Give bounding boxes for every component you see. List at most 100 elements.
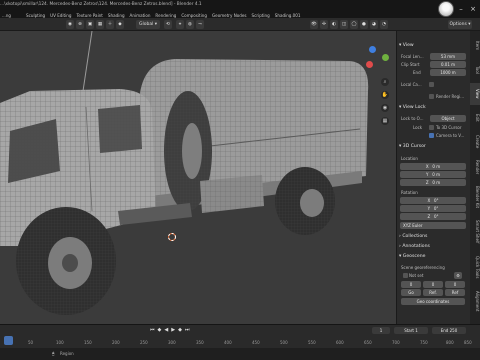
collections-label: Collections (402, 234, 428, 239)
start-frame-field[interactable]: Start 1 (394, 327, 428, 334)
visibility-icon[interactable]: 👁 (310, 20, 318, 29)
geo-go-button[interactable]: Go (401, 289, 421, 296)
shading-material-icon[interactable]: ◕ (370, 20, 378, 29)
geo-x-field[interactable]: 0 (401, 281, 421, 288)
cursor-z-field[interactable]: Z 0 m (400, 179, 466, 186)
prev-keyframe-icon[interactable]: ◆ (158, 327, 162, 333)
options-dropdown[interactable]: Options ▾ (448, 20, 472, 29)
end-label: End (440, 328, 449, 333)
camera-to-view-row: Camera to V... (399, 132, 468, 139)
collections-section-header[interactable]: › Collections (399, 234, 468, 239)
camera-view-icon[interactable]: ◉ (381, 104, 389, 112)
close-icon[interactable]: × (468, 4, 478, 14)
geoscene-section-header[interactable]: ▾ Geoscene (399, 254, 468, 259)
gizmo-y-icon[interactable] (382, 54, 389, 61)
tab-view[interactable]: View (470, 83, 480, 105)
avatar[interactable] (438, 1, 454, 17)
local-camera-row: Local Ca... (399, 81, 468, 88)
geo-settings-icon[interactable]: ⚙ (454, 272, 462, 279)
transform-orientation-dropdown[interactable]: Global ▾ (136, 20, 160, 29)
geo-ref2-button[interactable]: Ref (445, 289, 465, 296)
timeline-tick: 800 (446, 340, 454, 345)
view-lock-section-header[interactable]: ▾ View Lock (399, 105, 468, 110)
play-icon[interactable]: ▶ (171, 327, 175, 333)
rotation-y-field[interactable]: Y 0° (400, 205, 466, 212)
truck-mesh-drawing (0, 31, 369, 315)
jump-end-icon[interactable]: ⏭ (185, 327, 190, 333)
tab-item[interactable]: Item (470, 35, 480, 57)
view-section-header[interactable]: ▾ View (399, 43, 468, 48)
tab-blender-kit[interactable]: Blender Kit (470, 181, 480, 213)
zoom-icon[interactable]: ⌕ (381, 78, 389, 86)
overlay-icon[interactable]: ◐ (330, 20, 338, 29)
lock-object-field[interactable]: Object (430, 115, 466, 122)
gizmo-x-icon[interactable] (366, 61, 373, 68)
lock-to-label: Lock to O... (401, 116, 424, 121)
rotation-x-label: X (427, 198, 431, 203)
3d-cursor-section-header[interactable]: ▾ 3D Cursor (399, 144, 468, 149)
minimize-icon[interactable]: – (456, 4, 466, 14)
cursor-y-field[interactable]: Y 0 m (400, 171, 466, 178)
proportional-icon[interactable]: ◍ (186, 20, 194, 29)
pan-hand-icon[interactable]: ✋ (381, 91, 389, 99)
jump-start-icon[interactable]: ⏮ (150, 327, 155, 333)
rotation-mode-dropdown[interactable]: XYZ Euler (400, 222, 466, 229)
mesh-select-icon[interactable]: ▦ (96, 20, 104, 29)
tab-tool[interactable]: Tool (470, 59, 480, 81)
add-icon[interactable]: ＋ (106, 20, 114, 29)
gizmo-toggle-icon[interactable]: ✣ (320, 20, 328, 29)
view-icon[interactable]: ▣ (86, 20, 94, 29)
tab-edit[interactable]: Edit (470, 107, 480, 129)
shading-solid-icon[interactable]: ● (360, 20, 368, 29)
geo-y-field[interactable]: 0 (423, 281, 443, 288)
shading-wire-icon[interactable]: ◯ (350, 20, 358, 29)
transform-pivot-icon[interactable]: ◉ (66, 20, 74, 29)
projection-grid-icon[interactable]: ▦ (381, 117, 389, 125)
annotations-section-header[interactable]: › Annotations (399, 244, 468, 249)
pivot-icon[interactable]: ⟲ (164, 20, 172, 29)
mouse-icon: 🖱 (52, 351, 55, 356)
next-keyframe-icon[interactable]: ◆ (178, 327, 182, 333)
object-icon[interactable]: ◆ (116, 20, 124, 29)
global-label: Global (138, 22, 154, 27)
geo-coordinates-button[interactable]: Geo coordinates (401, 298, 465, 305)
play-reverse-icon[interactable]: ◀ (164, 327, 168, 333)
lock-cursor-checkbox[interactable] (429, 125, 434, 130)
render-region-checkbox[interactable] (429, 94, 434, 99)
shading-render-icon[interactable]: ◔ (380, 20, 388, 29)
gizmo-z-icon[interactable] (369, 46, 376, 53)
tab-alignment[interactable]: Alignment (470, 285, 480, 317)
focal-length-field[interactable]: 53 mm (430, 53, 466, 60)
tab-quick-tools[interactable]: Quick Tools (470, 251, 480, 283)
not-set-row: Not set ⚙ (399, 272, 468, 279)
tab-render[interactable]: Render (470, 155, 480, 179)
start-value: 1 (415, 328, 418, 333)
geo-ref-button[interactable]: Ref. (423, 289, 443, 296)
geo-coords-row: Geo coordinates (399, 298, 468, 305)
cursor-x-field[interactable]: X 0 m (400, 163, 466, 170)
timeline[interactable]: ⏮ ◆ ◀ ▶ ◆ ⏭ 1 Start 1 End 250 50 100 150… (0, 324, 480, 348)
georef-checkbox[interactable] (403, 273, 408, 278)
tab-smart-shelf[interactable]: Smart Shelf (470, 215, 480, 249)
rotation-x-field[interactable]: X 0° (400, 197, 466, 204)
rotation-z-field[interactable]: Z 0° (400, 213, 466, 220)
timeline-tick: 300 (168, 340, 176, 345)
local-camera-checkbox[interactable] (429, 82, 434, 87)
xray-icon[interactable]: ◫ (340, 20, 348, 29)
3d-viewport[interactable]: ⌕ ✋ ◉ ▦ (0, 31, 396, 324)
snapping-icon[interactable]: ⌖ (176, 20, 184, 29)
tab-create[interactable]: Create (470, 131, 480, 153)
playhead[interactable] (4, 336, 13, 345)
camera-to-view-checkbox[interactable] (429, 133, 434, 138)
cursor-x-row: X 0 m (399, 163, 468, 170)
end-frame-field[interactable]: End 250 (432, 327, 466, 334)
snap-icon[interactable]: ⊕ (76, 20, 84, 29)
clip-end-field[interactable]: 1000 m (430, 69, 466, 76)
falloff-icon[interactable]: ⤳ (196, 20, 204, 29)
timeline-tick: 600 (336, 340, 344, 345)
geo-z-field[interactable]: 0 (445, 281, 465, 288)
view-section-title: View (402, 43, 414, 48)
clip-start-field[interactable]: 0.01 m (430, 61, 466, 68)
timeline-tick: 150 (84, 340, 92, 345)
current-frame-field[interactable]: 1 (372, 327, 390, 334)
